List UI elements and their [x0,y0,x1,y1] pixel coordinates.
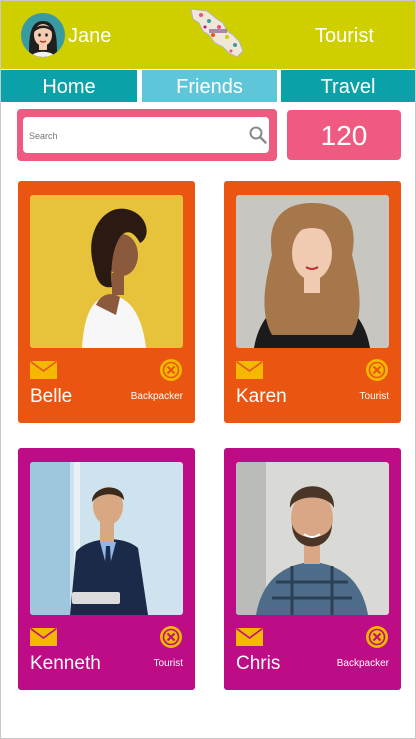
search-box [23,117,269,153]
remove-friend-icon[interactable] [159,625,183,649]
search-input[interactable] [29,127,229,145]
friend-name: Kenneth [30,653,101,674]
friend-type: Backpacker [130,391,183,402]
app-frame: Jane Tourist Home Friends Travel Search … [0,0,416,739]
friend-card-chris[interactable]: Chris Backpacker [224,448,401,690]
mail-icon[interactable] [30,361,57,379]
friend-card-belle[interactable]: Belle Backpacker [18,181,195,423]
avatar[interactable] [21,13,65,57]
mail-icon[interactable] [30,628,57,646]
friend-card-kenneth[interactable]: Kenneth Tourist [18,448,195,690]
mail-icon[interactable] [236,361,263,379]
avatar-portrait-icon [29,21,57,57]
user-role: Tourist [315,25,374,47]
friend-name: Karen [236,386,287,407]
remove-friend-icon[interactable] [365,625,389,649]
friend-type: Tourist [359,391,389,402]
friend-photo [30,195,183,348]
tab-friends[interactable]: Friends [142,70,277,102]
mail-icon[interactable] [236,628,263,646]
tab-home[interactable]: Home [1,70,137,102]
friends-count: 120 [287,110,401,160]
friend-name: Chris [236,653,281,674]
friend-photo [236,462,389,615]
tab-travel[interactable]: Travel [281,70,415,102]
header: Jane Tourist [1,1,415,69]
friend-photo [236,195,389,348]
tab-bar: Home Friends Travel [1,70,415,102]
friend-name: Belle [30,386,73,407]
user-name: Jane [68,25,112,47]
friend-type: Tourist [153,658,183,669]
friend-type: Backpacker [336,658,389,669]
friend-card-karen[interactable]: Karen Tourist [224,181,401,423]
search-icon[interactable] [249,126,267,144]
friend-photo [30,462,183,615]
search-bar [17,109,277,161]
app-logo [187,5,247,63]
remove-friend-icon[interactable] [365,358,389,382]
remove-friend-icon[interactable] [159,358,183,382]
